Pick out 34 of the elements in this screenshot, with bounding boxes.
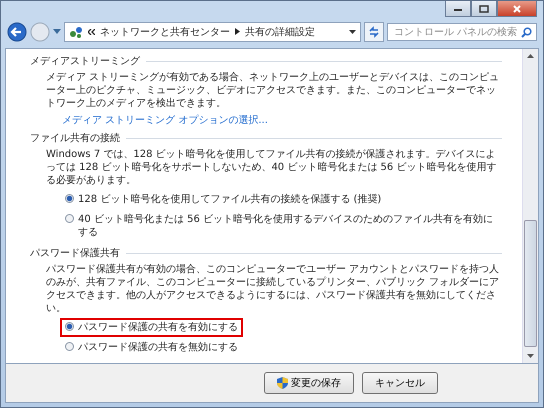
shield-icon [277,377,288,389]
save-changes-button[interactable]: 変更の保存 [264,372,354,394]
address-bar[interactable]: ネットワークと共有センター 共有の詳細設定 [64,22,361,42]
section-heading: パスワード保護共有 [30,246,120,260]
radio-option[interactable]: パスワード保護の共有を無効にする [60,338,243,357]
refresh-button[interactable] [364,22,384,42]
breadcrumb-item[interactable]: 共有の詳細設定 [245,25,315,39]
media-options-link[interactable]: メディア ストリーミング オプションの選択... [62,113,502,127]
cancel-button[interactable]: キャンセル [362,372,438,394]
search-field[interactable]: コントロール パネルの検索 [387,23,537,41]
section-description: Windows 7 では、128 ビット暗号化を使用してファイル共有の接続が保護されます。デバイスによっては 128 ビット暗号化をサポートしないため、40 ビット暗号化または 56 ビット暗号化を使用する必要があります。 [46,148,498,187]
section-description: パスワード保護共有が有効の場合、このコンピューターでユーザー アカウントとパスワードを持つ人のみが、共有ファイル、このコンピューターに接続しているプリンター、パブリック フォルダーにアクセスできます。他の人がアクセスできるようにするには、パスワード保護共有を無効にしてください。 [46,263,500,315]
radio-option[interactable]: 40 ビット暗号化または 56 ビット暗号化を使用するデバイスのためのファイル共有を有効にする [60,210,502,242]
highlighted-radio-option[interactable]: パスワード保護の共有を有効にする [60,318,243,337]
close-button[interactable] [497,1,537,17]
section-heading: ファイル共有の接続 [30,132,120,145]
maximize-button[interactable] [471,1,497,17]
dropdown-arrow-icon[interactable] [349,30,356,34]
refresh-icon [368,26,380,38]
network-icon [69,25,83,39]
breadcrumb-arrow-icon [235,26,240,38]
section-heading: メディアストリーミング [30,55,140,68]
back-icon[interactable] [7,22,27,42]
section-description: メディア ストリーミングが有効である場合、ネットワーク上のユーザーとデバイスは、このコンピューター上のピクチャ、ミュージック、ビデオにアクセスできます。また、このコンピューターでネットワーク上のメディアを検出できます。 [46,71,500,110]
minimize-button[interactable] [445,1,471,17]
double-chevron-icon [88,29,95,35]
breadcrumb-item[interactable]: ネットワークと共有センター [100,25,230,39]
radio-option[interactable]: 128 ビット暗号化を使用してファイル共有の接続を保護する (推奨) [60,190,386,209]
search-icon [521,26,532,38]
close-icon [512,4,522,12]
scrollbar-track[interactable] [522,49,538,363]
scroll-up-icon[interactable] [527,54,534,58]
scroll-down-icon[interactable] [527,354,534,358]
maximize-icon [479,4,489,12]
